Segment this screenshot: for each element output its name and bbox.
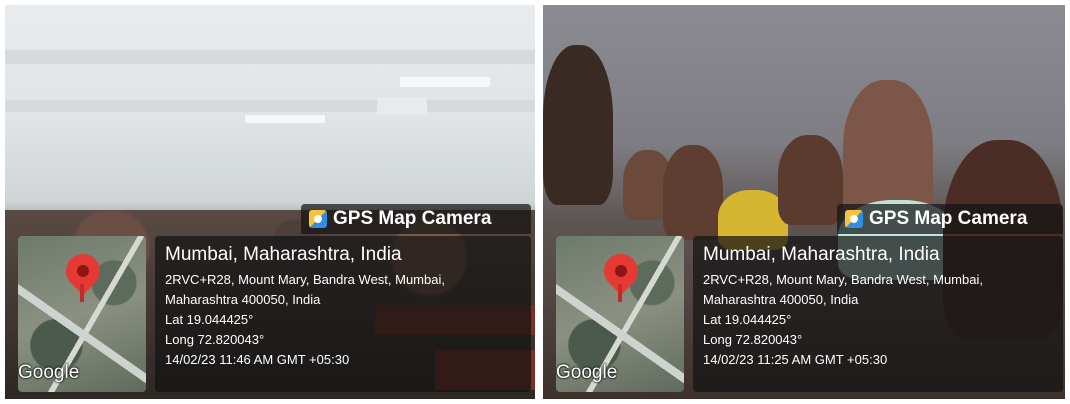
timestamp: 14/02/23 11:46 AM GMT +05:30 — [165, 352, 350, 367]
badge-label: GPS Map Camera — [869, 208, 1028, 229]
gps-map-camera-badge: GPS Map Camera — [837, 204, 1063, 234]
ceiling-beam — [5, 100, 535, 112]
gps-map-camera-app-icon — [309, 210, 327, 228]
student — [778, 135, 843, 225]
address-line: 2RVC+R28, Mount Mary, Bandra West, Mumba… — [165, 272, 445, 287]
address-line: Maharashtra 400050, India — [165, 292, 321, 307]
location-title: Mumbai, Maharashtra, India — [165, 244, 402, 265]
timestamp: 14/02/23 11:25 AM GMT +05:30 — [703, 352, 888, 367]
address-line: Maharashtra 400050, India — [703, 292, 859, 307]
ceiling-beam — [5, 50, 535, 64]
map-brand-label: Google — [18, 362, 80, 383]
student — [543, 45, 613, 205]
badge-label: GPS Map Camera — [333, 208, 492, 229]
ceiling-light — [245, 115, 325, 123]
map-thumbnail: Google — [556, 236, 684, 392]
latitude: Lat 19.044425° — [703, 312, 792, 327]
gps-map-camera-app-icon — [845, 210, 863, 228]
longitude: Long 72.820043° — [165, 332, 265, 347]
classroom-photo-left: GPS Map Camera Google Mumbai, Maharashtr… — [5, 5, 535, 399]
projector — [377, 97, 427, 115]
location-pin-tail — [80, 284, 84, 302]
location-info-card: Mumbai, Maharashtra, India 2RVC+R28, Mou… — [155, 236, 531, 392]
classroom-photo-right: GPS Map Camera Google Mumbai, Maharashtr… — [543, 5, 1065, 399]
student — [663, 145, 723, 240]
map-thumbnail: Google — [18, 236, 146, 392]
gps-map-camera-badge: GPS Map Camera — [301, 204, 531, 234]
location-info-card: Mumbai, Maharashtra, India 2RVC+R28, Mou… — [693, 236, 1063, 392]
address-line: 2RVC+R28, Mount Mary, Bandra West, Mumba… — [703, 272, 983, 287]
ceiling-light — [400, 77, 490, 87]
map-brand-label: Google — [556, 362, 618, 383]
location-pin-tail — [618, 284, 622, 302]
location-title: Mumbai, Maharashtra, India — [703, 244, 940, 265]
latitude: Lat 19.044425° — [165, 312, 254, 327]
longitude: Long 72.820043° — [703, 332, 803, 347]
